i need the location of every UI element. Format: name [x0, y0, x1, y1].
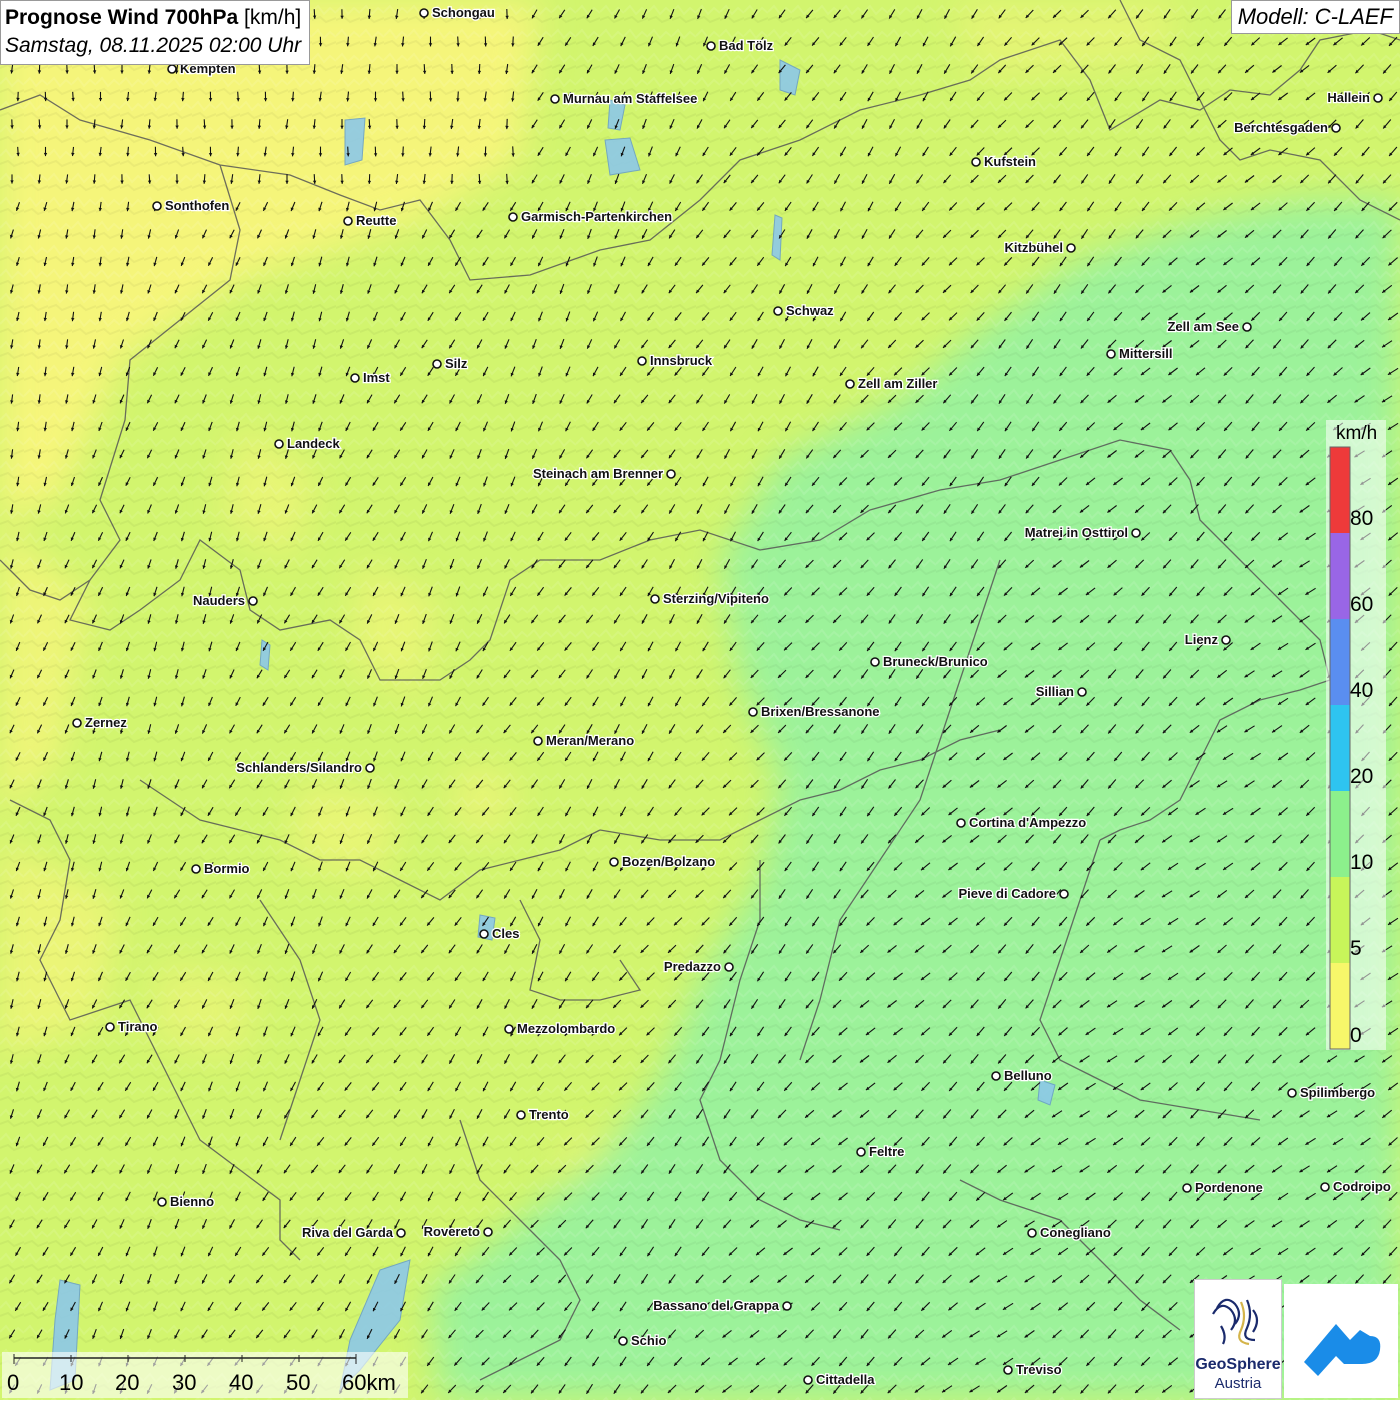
wind-map: SchongauBad TölzKemptenHalleinMurnau am …: [0, 0, 1400, 1400]
